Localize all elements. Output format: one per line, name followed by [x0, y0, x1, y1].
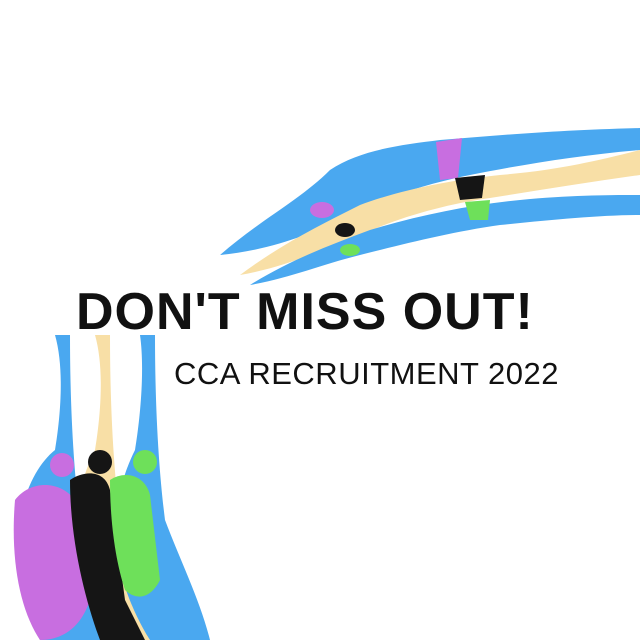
diving-swimmers — [220, 128, 640, 285]
subheadline: CCA RECRUITMENT 2022 — [174, 356, 559, 391]
headline: DON'T MISS OUT! — [76, 283, 534, 341]
